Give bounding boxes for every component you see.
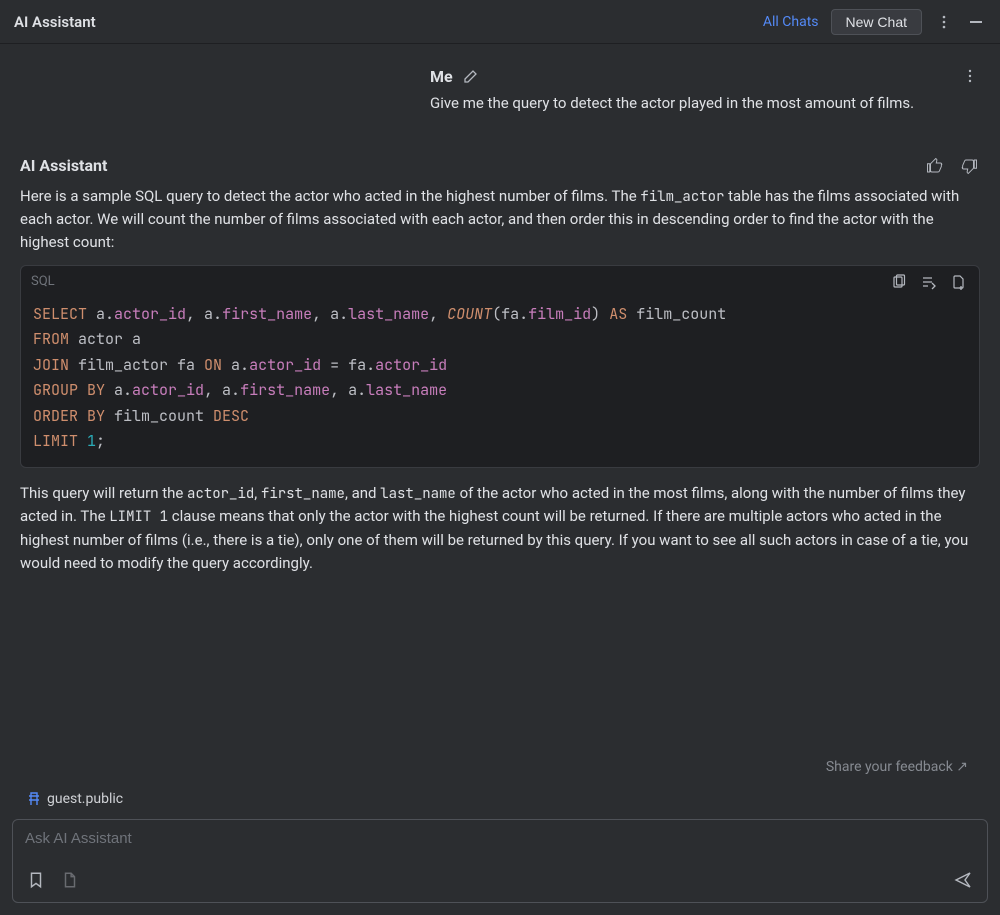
user-name-label: Me [430,67,453,86]
prompt-input-box[interactable] [12,819,988,903]
insert-icon[interactable] [919,272,939,292]
send-icon[interactable] [951,868,975,892]
more-icon[interactable] [934,12,954,32]
inline-code: film_actor [640,188,724,206]
minimize-icon[interactable] [966,12,986,32]
new-file-icon[interactable] [949,272,969,292]
thumbs-down-icon[interactable] [958,155,980,177]
edit-icon[interactable] [461,66,481,86]
header-actions: All Chats New Chat [763,9,986,35]
code-block: SQL SELECT a.actor_id, a.first_name, a.l… [20,265,980,468]
user-message-text: Give me the query to detect the actor pl… [430,92,980,115]
context-chip[interactable]: guest.public [18,785,131,813]
copy-icon[interactable] [889,272,909,292]
thumbs-up-icon[interactable] [924,155,946,177]
all-chats-link[interactable]: All Chats [763,14,819,30]
code-content[interactable]: SELECT a.actor_id, a.first_name, a.last_… [21,298,979,467]
assistant-name-label: AI Assistant [20,156,107,175]
bottom-panel: Share your feedback ↗ guest.public [0,759,1000,915]
app-title: AI Assistant [14,13,96,31]
assistant-outro-text: This query will return the actor_id, fir… [20,482,980,576]
user-message: Me Give me the query to detect the actor… [430,66,980,115]
prompt-input[interactable] [25,830,975,847]
attach-file-icon[interactable] [59,869,81,891]
new-chat-button[interactable]: New Chat [831,9,922,35]
bookmark-icon[interactable] [25,869,47,891]
assistant-message: AI Assistant Here is a sample SQL query … [20,155,980,576]
code-language-label: SQL [31,274,55,289]
database-schema-icon [26,791,42,807]
user-message-more-icon[interactable] [960,66,980,86]
header-bar: AI Assistant All Chats New Chat [0,0,1000,44]
context-chip-label: guest.public [47,791,123,807]
share-feedback-link[interactable]: Share your feedback ↗ [826,759,968,775]
assistant-intro-text: Here is a sample SQL query to detect the… [20,185,980,255]
chat-scroll-area[interactable]: Me Give me the query to detect the actor… [0,44,1000,768]
